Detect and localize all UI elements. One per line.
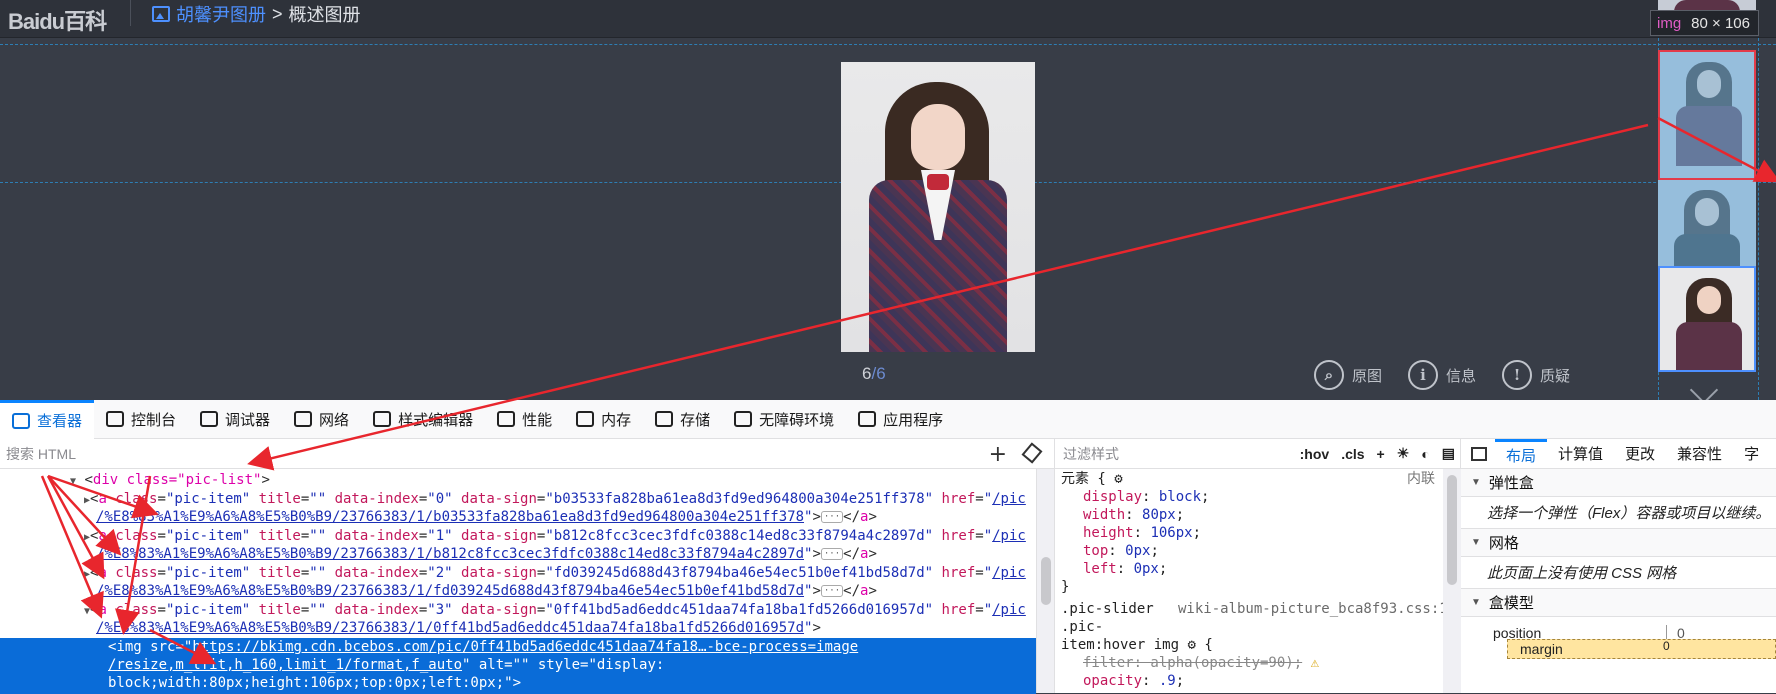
console-icon bbox=[106, 411, 125, 427]
add-node-icon[interactable]: + bbox=[989, 442, 1007, 467]
html-search-input[interactable]: 搜索 HTML + bbox=[0, 439, 1055, 469]
tab-accessibility[interactable]: 无障碍环境 bbox=[722, 400, 846, 439]
main-photo[interactable] bbox=[841, 62, 1035, 352]
tab-memory[interactable]: 内存 bbox=[564, 400, 643, 439]
tab-compatibility[interactable]: 兼容性 bbox=[1666, 439, 1733, 469]
top-bar: Baidu百科 胡馨尹图册 > 概述图册 bbox=[0, 0, 1776, 38]
rules-toolbar: 过滤样式 :hov .cls + ☀ ◐ ▤ bbox=[1055, 439, 1461, 469]
accessibility-icon bbox=[734, 411, 753, 427]
element-rule-selector: 元素 { ⚙ bbox=[1061, 471, 1123, 487]
tab-console[interactable]: 控制台 bbox=[94, 400, 188, 439]
box-model-section-header[interactable]: ▼ 盒模型 bbox=[1461, 589, 1776, 617]
storage-icon bbox=[655, 411, 674, 427]
network-icon bbox=[294, 411, 313, 427]
class-toggle[interactable]: .cls bbox=[1335, 446, 1370, 462]
element-highlight-tooltip: img 80 × 106 bbox=[1650, 10, 1759, 36]
rule-source-link[interactable]: wiki-album-picture_bca8f93.css:1 bbox=[1178, 601, 1448, 619]
add-rule-icon[interactable]: + bbox=[1371, 446, 1391, 462]
devtools-tab-bar: 查看器 控制台 调试器 网络 样式编辑器 性能 内存 存储 无障碍环境 应用程序 bbox=[0, 399, 1776, 439]
tab-performance[interactable]: 性能 bbox=[485, 400, 564, 439]
braces-icon bbox=[373, 411, 392, 427]
hover-state-toggle[interactable]: :hov bbox=[1294, 446, 1336, 462]
original-image-button[interactable]: ⌕ 原图 bbox=[1314, 360, 1382, 390]
devtools-panel: 查看器 控制台 调试器 网络 样式编辑器 性能 内存 存储 无障碍环境 应用程序… bbox=[0, 399, 1776, 694]
tab-network[interactable]: 网络 bbox=[282, 400, 361, 439]
rule-decl[interactable]: left: 0px; bbox=[1083, 561, 1167, 579]
tab-inspector[interactable]: 查看器 bbox=[0, 399, 95, 439]
inspector-icon bbox=[12, 412, 30, 429]
rules-panel: 过滤样式 :hov .cls + ☀ ◐ ▤ 元素 { ⚙ 内联 display… bbox=[1055, 439, 1461, 693]
info-button[interactable]: i 信息 bbox=[1408, 360, 1476, 390]
filter-styles-input[interactable]: 过滤样式 bbox=[1055, 444, 1294, 464]
debugger-icon bbox=[200, 411, 219, 427]
breadcrumb: 胡馨尹图册 > 概述图册 bbox=[152, 1, 361, 27]
tab-debugger[interactable]: 调试器 bbox=[188, 400, 282, 439]
margin-box[interactable]: margin 0 bbox=[1507, 639, 1776, 659]
info-icon: i bbox=[1408, 360, 1438, 390]
rule-decl[interactable]: height: 106px; bbox=[1083, 525, 1201, 543]
flexbox-section: ▼ 弹性盒 选择一个弹性（Flex）容器或项目以继续。 bbox=[1461, 469, 1776, 529]
rule-selector: .pic-slider bbox=[1061, 601, 1154, 617]
image-viewer: Baidu百科 胡馨尹图册 > 概述图册 6/6 ⌕ 原图 i 信息 ! 质疑 bbox=[0, 0, 1776, 405]
exclamation-icon: ! bbox=[1502, 360, 1532, 390]
markup-scrollbar[interactable] bbox=[1036, 469, 1054, 693]
thumbnail-strip bbox=[1654, 0, 1760, 400]
grid-icon bbox=[858, 411, 877, 427]
tab-style-editor[interactable]: 样式编辑器 bbox=[361, 400, 485, 439]
highlight-guide-top bbox=[0, 44, 1776, 45]
warning-icon: ⚠ bbox=[1310, 655, 1320, 671]
breadcrumb-album-link[interactable]: 胡馨尹图册 bbox=[176, 1, 266, 27]
tab-fonts[interactable]: 字 bbox=[1733, 439, 1770, 469]
print-media-icon[interactable]: ▤ bbox=[1436, 445, 1461, 462]
markup-tree[interactable]: ▼ <div class="pic-list"> ▶<a class="pic-… bbox=[0, 469, 1036, 694]
baidu-baike-logo[interactable]: Baidu百科 bbox=[8, 4, 107, 36]
thumbnail-active[interactable] bbox=[1658, 266, 1756, 372]
inline-label: 内联 bbox=[1407, 471, 1435, 487]
tab-computed[interactable]: 计算值 bbox=[1547, 439, 1614, 469]
rule-decl[interactable]: width: 80px; bbox=[1083, 507, 1184, 525]
rule-decl[interactable]: opacity: .9; bbox=[1083, 673, 1184, 691]
flexbox-section-header[interactable]: ▼ 弹性盒 bbox=[1461, 469, 1776, 497]
rules-scrollbar[interactable] bbox=[1443, 469, 1461, 693]
tab-layout[interactable]: 布局 bbox=[1495, 438, 1548, 469]
rule-decl[interactable]: top: 0px; bbox=[1083, 543, 1159, 561]
gear-icon: ⚙ bbox=[1187, 637, 1196, 653]
grid-section: ▼ 网格 此页面上没有使用 CSS 网格 bbox=[1461, 529, 1776, 589]
report-button[interactable]: ! 质疑 bbox=[1502, 360, 1570, 390]
box-model-section: ▼ 盒模型 bbox=[1461, 589, 1776, 617]
tab-changes[interactable]: 更改 bbox=[1614, 439, 1666, 469]
grid-section-header[interactable]: ▼ 网格 bbox=[1461, 529, 1776, 557]
layout-panel: 布局 计算值 更改 兼容性 字 ▼ 弹性盒 选择一个弹性（Flex）容器或项目以继… bbox=[1461, 438, 1776, 693]
markup-panel: 搜索 HTML + ▼ <div class="pic-list"> ▶<a c… bbox=[0, 439, 1055, 694]
rule-decl[interactable]: display: block; bbox=[1083, 489, 1209, 507]
dark-mode-icon[interactable]: ◐ bbox=[1415, 446, 1435, 462]
tree-node-pic-list[interactable]: ▼ <div class="pic-list"> bbox=[70, 471, 270, 492]
gauge-icon bbox=[497, 411, 516, 427]
photo-counter: 6/6 bbox=[862, 364, 886, 384]
counter-total: /6 bbox=[871, 364, 886, 383]
tooltip-dimensions: 80 × 106 bbox=[1691, 14, 1750, 32]
memory-icon bbox=[576, 411, 595, 427]
light-mode-icon[interactable]: ☀ bbox=[1391, 445, 1416, 462]
tree-node-img-selected[interactable]: <img src="https://bkimg.cdn.bcebos.com/p… bbox=[0, 638, 1036, 694]
breadcrumb-current: 概述图册 bbox=[288, 5, 361, 25]
tab-application[interactable]: 应用程序 bbox=[846, 400, 955, 439]
eyedropper-icon[interactable] bbox=[1021, 442, 1043, 464]
box-model-diagram: position 0 margin 0 bbox=[1461, 617, 1776, 659]
rule-decl-overridden[interactable]: filter: alpha(opacity=90); ⚠ bbox=[1083, 655, 1319, 673]
album-icon bbox=[152, 6, 170, 22]
dock-sidebar-icon[interactable] bbox=[1471, 446, 1487, 461]
layout-tab-bar: 布局 计算值 更改 兼容性 字 bbox=[1461, 438, 1776, 469]
thumbnail-highlighted[interactable] bbox=[1658, 50, 1756, 180]
tab-storage[interactable]: 存储 bbox=[643, 400, 722, 439]
rules-list: 元素 { ⚙ 内联 display: block; width: 80px; h… bbox=[1061, 471, 1448, 691]
tooltip-tag: img bbox=[1657, 14, 1682, 32]
magnifier-icon: ⌕ bbox=[1314, 360, 1344, 390]
breadcrumb-separator: > bbox=[272, 3, 283, 24]
gear-icon: ⚙ bbox=[1114, 471, 1123, 487]
topbar-divider bbox=[130, 0, 131, 26]
